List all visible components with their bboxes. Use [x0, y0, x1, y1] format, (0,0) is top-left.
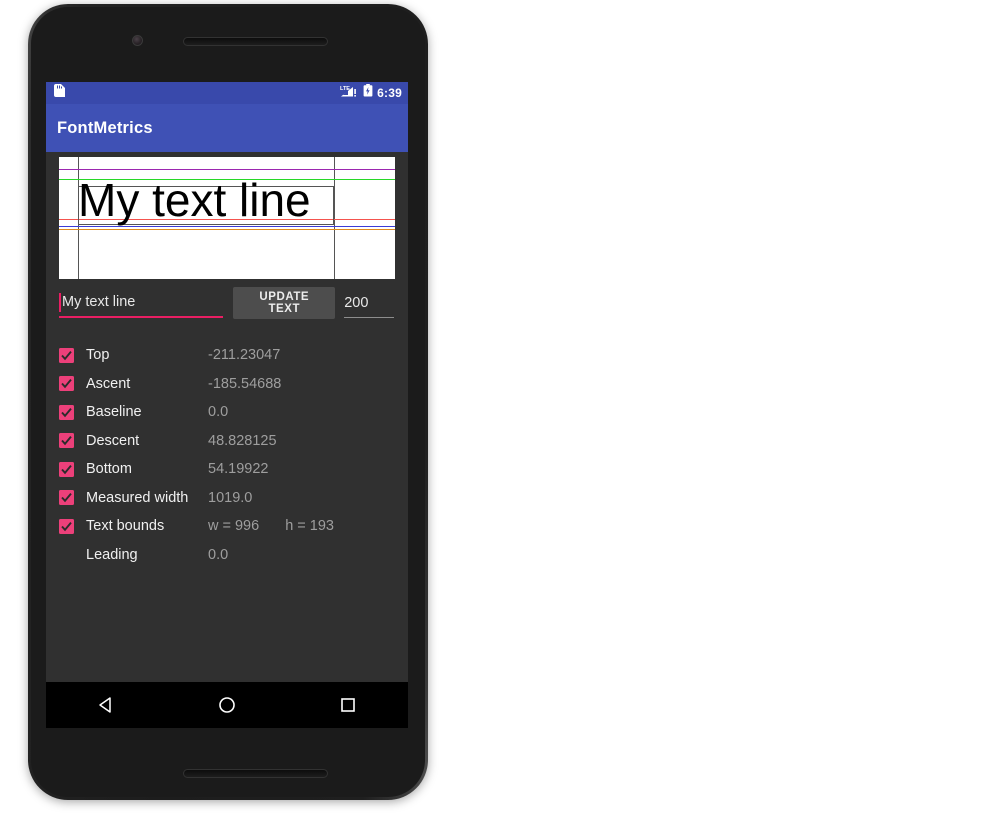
- square-icon: [340, 698, 355, 712]
- text-caret: [59, 292, 61, 312]
- descent-line: [59, 226, 395, 228]
- input-row: My text line UPDATE TEXT 200: [46, 279, 408, 327]
- text-bounds-width: w = 996: [208, 518, 260, 535]
- metric-value-ascent: -185.54688: [208, 375, 282, 392]
- earpiece-speaker: [183, 37, 328, 46]
- metric-label-leading: Leading: [86, 546, 138, 563]
- text-size-input[interactable]: 200: [344, 288, 394, 318]
- metric-label-bottom: Bottom: [86, 461, 132, 478]
- metric-value-leading: 0.0: [208, 546, 229, 563]
- metric-value-top: -211.23047: [208, 347, 281, 364]
- home-button[interactable]: [197, 682, 257, 728]
- update-text-button[interactable]: UPDATE TEXT: [233, 287, 336, 319]
- font-metrics-canvas: My text line: [59, 157, 395, 279]
- metric-value-text-bounds: w = 996 h = 193: [208, 518, 334, 534]
- metric-value-descent: 48.828125: [208, 432, 277, 449]
- checkbox-ascent[interactable]: [59, 376, 74, 392]
- checkbox-bottom[interactable]: [59, 461, 74, 477]
- metric-value-measured-width: 1019.0: [208, 489, 253, 506]
- bottom-line: [59, 228, 395, 230]
- text-bounds-height: h = 193: [285, 518, 334, 535]
- metric-label-top: Top: [86, 347, 110, 364]
- metric-row-ascent: Ascent -185.54688: [59, 370, 408, 399]
- metric-value-bottom: 54.19922: [208, 461, 269, 478]
- metric-row-measured-width: Measured width 1019.0: [59, 484, 408, 513]
- metric-value-baseline: 0.0: [208, 404, 229, 421]
- sd-card-icon: [54, 84, 65, 102]
- android-navigation-bar: [46, 682, 408, 728]
- battery-charging-icon: [363, 84, 373, 102]
- measured-width-line: [334, 157, 336, 279]
- metric-label-baseline: Baseline: [86, 404, 142, 421]
- metric-row-leading: Leading 0.0: [59, 541, 408, 570]
- metric-label-ascent: Ascent: [86, 375, 131, 392]
- status-bar-clock: 6:39: [377, 86, 402, 100]
- lte-signal-icon: LTE: [340, 84, 359, 102]
- checkbox-baseline[interactable]: [59, 404, 74, 420]
- circle-icon: [219, 697, 235, 713]
- app-title: FontMetrics: [57, 118, 153, 137]
- checkbox-text-bounds[interactable]: [59, 518, 74, 534]
- checkbox-descent[interactable]: [59, 433, 74, 449]
- metric-row-descent: Descent 48.828125: [59, 427, 408, 456]
- triangle-left-icon: [99, 697, 112, 713]
- status-bar: LTE 6:39: [46, 82, 408, 104]
- metric-label-measured-width: Measured width: [86, 489, 189, 506]
- text-size-value: 200: [344, 294, 369, 311]
- back-button[interactable]: [76, 682, 136, 728]
- metric-row-top: Top -211.23047: [59, 341, 408, 370]
- front-camera-icon: [132, 35, 143, 46]
- metric-label-text-bounds: Text bounds: [86, 518, 165, 535]
- recents-button[interactable]: [318, 682, 378, 728]
- metric-row-bottom: Bottom 54.19922: [59, 455, 408, 484]
- font-metrics-preview-area: My text line: [46, 152, 408, 279]
- text-input-value: My text line: [62, 294, 136, 310]
- phone-screen: LTE 6:39 FontMetrics My text line My tex…: [46, 82, 408, 728]
- preview-text: My text line: [78, 174, 311, 226]
- metric-label-descent: Descent: [86, 432, 140, 449]
- metric-row-text-bounds: Text bounds w = 996 h = 193: [59, 512, 408, 541]
- checkbox-measured-width[interactable]: [59, 490, 74, 506]
- text-input[interactable]: My text line: [59, 288, 224, 318]
- app-bar: FontMetrics: [46, 104, 408, 152]
- metric-row-baseline: Baseline 0.0: [59, 398, 408, 427]
- metrics-list: Top -211.23047 Ascent -185.54688 Baselin…: [46, 327, 408, 569]
- top-line: [59, 169, 395, 171]
- checkbox-top[interactable]: [59, 347, 74, 363]
- checkbox-leading-placeholder: [59, 547, 74, 562]
- bottom-speaker: [183, 769, 328, 778]
